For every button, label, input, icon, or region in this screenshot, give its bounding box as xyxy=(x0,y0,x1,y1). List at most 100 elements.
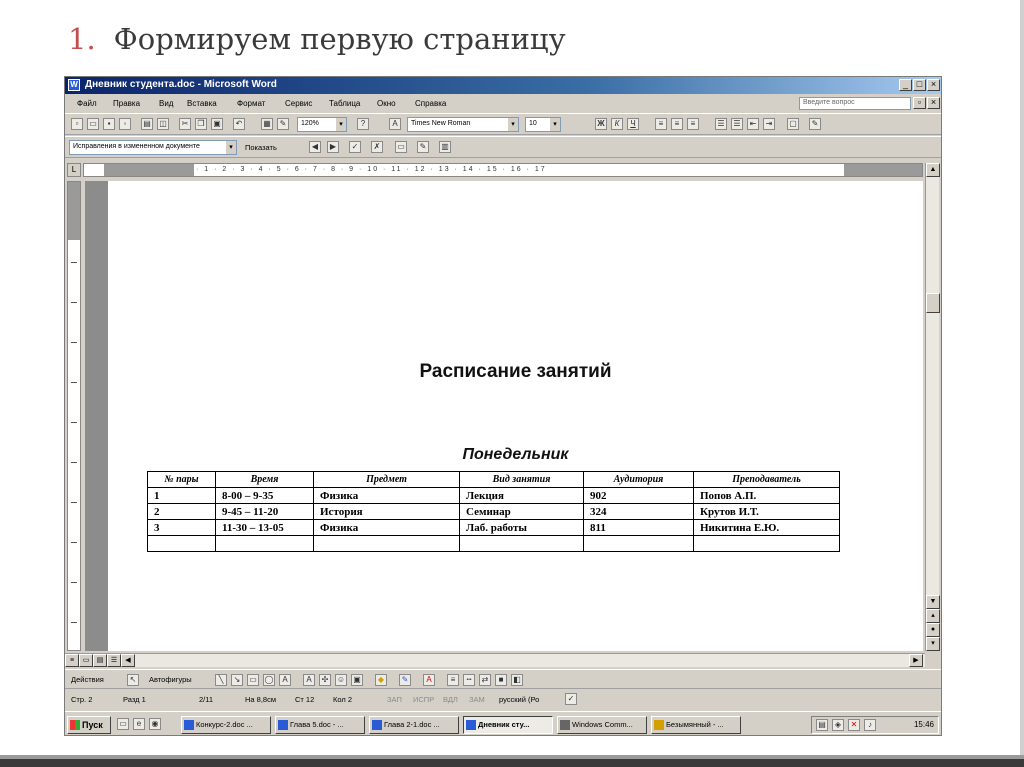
align-right-icon[interactable]: ≡ xyxy=(687,118,699,130)
table-cell[interactable] xyxy=(693,535,840,552)
status-extend[interactable]: ВДЛ xyxy=(443,695,458,704)
bullets-icon[interactable]: ☰ xyxy=(731,118,743,130)
media-icon[interactable]: ◉ xyxy=(149,718,161,730)
diagram-icon[interactable]: ✣ xyxy=(319,674,331,686)
menu-insert[interactable]: Вставка xyxy=(187,99,217,108)
table-cell[interactable] xyxy=(313,535,460,552)
styles-icon[interactable]: A xyxy=(389,118,401,130)
table-cell[interactable]: Лекция xyxy=(459,487,584,504)
title-bar[interactable]: W Дневник студента.doc - Microsoft Word … xyxy=(65,77,941,94)
menu-tools[interactable]: Сервис xyxy=(285,99,312,108)
undo-icon[interactable]: ↶ xyxy=(233,118,245,130)
select-objects-icon[interactable]: ↖ xyxy=(127,674,139,686)
italic-button[interactable]: К xyxy=(611,118,623,130)
task-button[interactable]: Глава 5.doc - ... xyxy=(275,716,365,734)
permission-icon[interactable]: ◦ xyxy=(119,118,131,130)
line-style-icon[interactable]: ≡ xyxy=(447,674,459,686)
table-cell[interactable]: Попов А.П. xyxy=(693,487,840,504)
table-cell[interactable]: 3 xyxy=(147,519,216,536)
menu-format[interactable]: Формат xyxy=(237,99,265,108)
task-button[interactable]: Глава 2-1.doc ... xyxy=(369,716,459,734)
table-cell[interactable] xyxy=(459,535,584,552)
tab-selector[interactable]: L xyxy=(67,163,81,177)
track-changes-icon[interactable]: ✎ xyxy=(417,141,429,153)
doc-close-button[interactable]: × xyxy=(927,97,940,109)
tracking-mode-select[interactable]: Исправления в измененном документе ▾ xyxy=(69,140,237,155)
show-menu[interactable]: Показать xyxy=(245,143,277,152)
table-cell[interactable]: Физика xyxy=(313,487,460,504)
next-page-icon[interactable]: ▾ xyxy=(926,637,940,651)
table-cell[interactable]: Лаб. работы xyxy=(459,519,584,536)
cut-icon[interactable]: ✂ xyxy=(179,118,191,130)
zoom-select[interactable]: 120% ▾ xyxy=(297,117,347,132)
previous-page-icon[interactable]: ▴ xyxy=(926,609,940,623)
outline-view-icon[interactable]: ☰ xyxy=(107,654,121,667)
clipart-icon[interactable]: ☺ xyxy=(335,674,347,686)
line-icon[interactable]: ╲ xyxy=(215,674,227,686)
arrow-icon[interactable]: ↘ xyxy=(231,674,243,686)
table-cell[interactable]: 1 xyxy=(147,487,216,504)
table-cell[interactable]: 324 xyxy=(583,503,694,520)
accept-change-icon[interactable]: ✓ xyxy=(349,141,361,153)
menu-edit[interactable]: Правка xyxy=(113,99,140,108)
desktop-icon[interactable]: ▭ xyxy=(117,718,129,730)
shadow-icon[interactable]: ■ xyxy=(495,674,507,686)
tray-clock[interactable]: 15:46 xyxy=(914,720,934,729)
table-cell[interactable]: 9-45 – 11-20 xyxy=(215,503,314,520)
browser-icon[interactable]: e xyxy=(133,718,145,730)
table-cell[interactable]: 902 xyxy=(583,487,694,504)
status-record[interactable]: ЗАП xyxy=(387,695,402,704)
horizontal-scrollbar[interactable]: ≡ ▭ ▤ ☰ ◀ ▶ xyxy=(65,653,925,667)
horizontal-ruler[interactable]: · 1 · 2 · 3 · 4 · 5 · 6 · 7 · 8 · 9 · 10… xyxy=(83,163,923,177)
tray-antivirus-icon[interactable]: ◈ xyxy=(832,719,844,731)
line-color-icon[interactable]: ✎ xyxy=(399,674,411,686)
numbering-icon[interactable]: ☰ xyxy=(715,118,727,130)
table-cell[interactable]: Семинар xyxy=(459,503,584,520)
draw-actions-menu[interactable]: Действия xyxy=(71,675,104,684)
menu-help[interactable]: Справка xyxy=(415,99,446,108)
print-layout-icon[interactable]: ▤ xyxy=(93,654,107,667)
table-cell[interactable]: История xyxy=(313,503,460,520)
close-button[interactable]: × xyxy=(927,79,940,91)
highlight-icon[interactable]: ✎ xyxy=(809,118,821,130)
table-cell[interactable] xyxy=(583,535,694,552)
new-comment-icon[interactable]: ▭ xyxy=(395,141,407,153)
decrease-indent-icon[interactable]: ⇤ xyxy=(747,118,759,130)
scroll-up-icon[interactable]: ▲ xyxy=(926,163,940,177)
table-cell[interactable]: Никитина Е.Ю. xyxy=(693,519,840,536)
scroll-down-icon[interactable]: ▼ xyxy=(926,595,940,609)
table-cell[interactable]: Крутов И.Т. xyxy=(693,503,840,520)
menu-file[interactable]: Файл xyxy=(77,99,97,108)
tray-network-icon[interactable]: ▤ xyxy=(816,719,828,731)
align-center-icon[interactable]: ≡ xyxy=(671,118,683,130)
print-icon[interactable]: ▤ xyxy=(141,118,153,130)
table-cell[interactable]: 811 xyxy=(583,519,694,536)
reviewing-pane-icon[interactable]: ▥ xyxy=(439,141,451,153)
textbox-icon[interactable]: A xyxy=(279,674,291,686)
status-overtype[interactable]: ЗАМ xyxy=(469,695,485,704)
spelling-status-icon[interactable]: ✓ xyxy=(565,693,577,705)
task-button-active[interactable]: Дневник сту... xyxy=(463,716,553,734)
oval-icon[interactable]: ◯ xyxy=(263,674,275,686)
vertical-ruler[interactable] xyxy=(67,181,81,651)
font-select[interactable]: Times New Roman ▾ xyxy=(407,117,519,132)
task-button[interactable]: Windows Comm... xyxy=(557,716,647,734)
table-cell[interactable]: 8-00 – 9-35 xyxy=(215,487,314,504)
scroll-right-icon[interactable]: ▶ xyxy=(909,654,923,667)
underline-button[interactable]: Ч xyxy=(627,118,639,130)
autoshapes-menu[interactable]: Автофигуры xyxy=(149,675,192,684)
previous-change-icon[interactable]: ◀ xyxy=(309,141,321,153)
menu-window[interactable]: Окно xyxy=(377,99,396,108)
rectangle-icon[interactable]: ▭ xyxy=(247,674,259,686)
picture-icon[interactable]: ▣ xyxy=(351,674,363,686)
schedule-table[interactable]: № пары Время Предмет Вид занятия Аудитор… xyxy=(147,471,840,552)
print-preview-icon[interactable]: ◫ xyxy=(157,118,169,130)
table-cell[interactable]: 11-30 – 13-05 xyxy=(215,519,314,536)
font-color-icon[interactable]: A xyxy=(423,674,435,686)
font-size-select[interactable]: 10 ▾ xyxy=(525,117,561,132)
table-cell[interactable] xyxy=(147,535,216,552)
drawing-icon[interactable]: ✎ xyxy=(277,118,289,130)
copy-icon[interactable]: ❐ xyxy=(195,118,207,130)
reject-change-icon[interactable]: ✗ xyxy=(371,141,383,153)
open-icon[interactable]: ▭ xyxy=(87,118,99,130)
